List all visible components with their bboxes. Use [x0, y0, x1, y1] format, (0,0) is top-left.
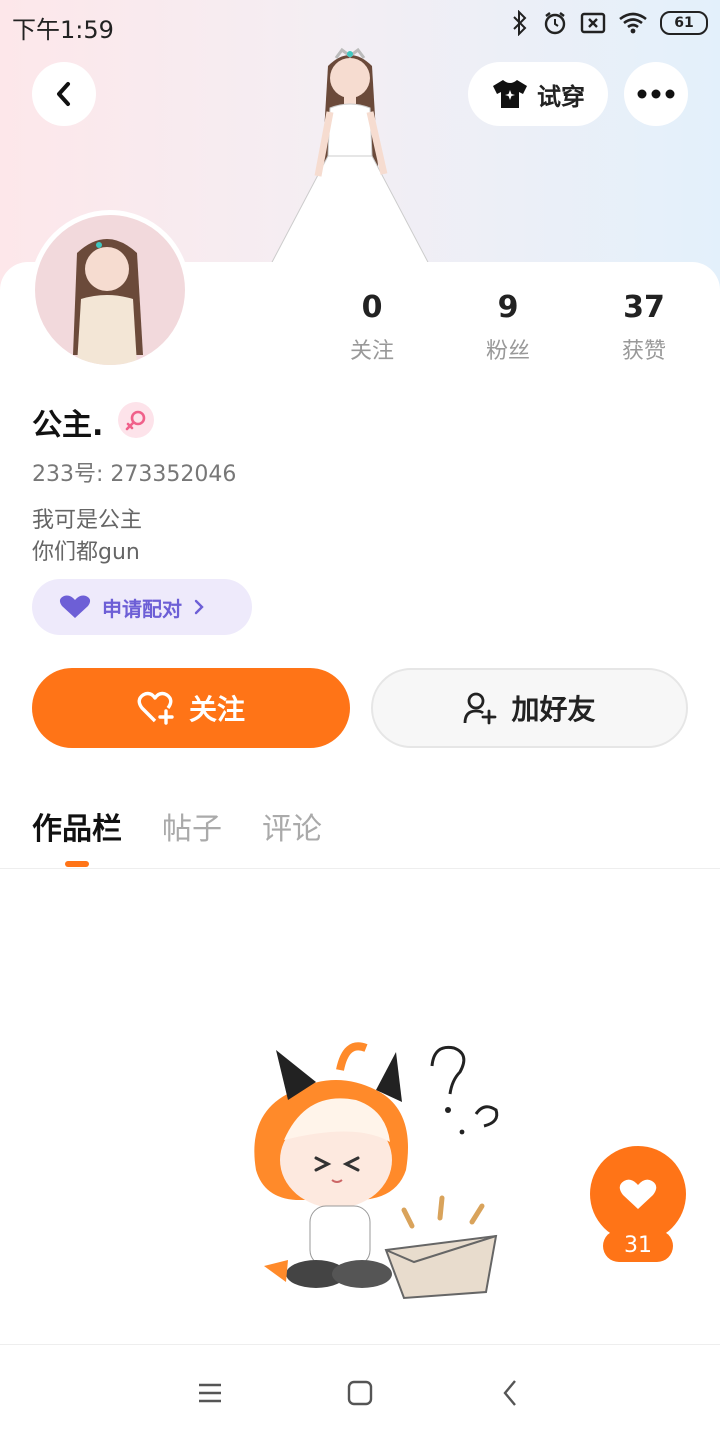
menu-button[interactable]: [190, 1373, 230, 1413]
avatar-image: [73, 239, 143, 365]
stat-fans[interactable]: 9 粉丝: [448, 290, 568, 365]
like-count: 31: [603, 1230, 673, 1262]
tab-divider: [0, 868, 720, 869]
stat-label: 关注: [349, 339, 394, 364]
battery-indicator: 61: [660, 11, 708, 35]
chevron-left-icon: [503, 1380, 516, 1406]
status-icons: 61: [510, 10, 708, 36]
username: 公主.: [32, 408, 104, 443]
alarm-icon: [544, 12, 566, 35]
stat-label: 粉丝: [485, 339, 530, 364]
tryon-button[interactable]: 试穿: [468, 62, 608, 126]
add-friend-button[interactable]: 加好友: [371, 668, 688, 748]
character-figure: [269, 47, 431, 266]
stat-likes[interactable]: 37 获赞: [584, 290, 704, 365]
tryon-label: 试穿: [537, 82, 585, 111]
status-bar: 下午1:59 61: [0, 0, 720, 50]
bio-line: 你们都gun: [32, 540, 140, 565]
more-options-button[interactable]: [624, 62, 688, 126]
status-time: 下午1:59: [12, 16, 114, 44]
heart-icon: [59, 595, 91, 618]
heart-icon: [619, 1179, 657, 1209]
apply-pair-label: 申请配对: [102, 596, 182, 621]
tshirt-icon: [493, 80, 527, 108]
chevron-left-icon: [57, 82, 70, 106]
user-id: 233号: 273352046: [32, 462, 237, 487]
stat-value: 0: [361, 290, 383, 325]
apply-pair-button[interactable]: 申请配对: [32, 579, 252, 635]
follow-label: 关注: [188, 693, 245, 726]
bio-line: 我可是公主: [32, 508, 143, 533]
menu-icon: [199, 1383, 221, 1403]
chevron-right-icon: [194, 599, 204, 615]
sim-off-icon: [580, 12, 606, 34]
empty-state-illustration: [254, 1042, 499, 1300]
tab-posts[interactable]: 帖子: [162, 804, 222, 848]
more-dots-icon: [637, 89, 675, 99]
heart-plus-icon: [137, 691, 174, 725]
avatar[interactable]: [30, 210, 190, 370]
stat-following[interactable]: 0 关注: [312, 290, 432, 365]
bluetooth-icon: [513, 10, 527, 36]
tab-comments[interactable]: 评论: [262, 804, 322, 848]
follow-button[interactable]: 关注: [32, 668, 350, 748]
female-gender-icon: [118, 402, 154, 438]
tab-works[interactable]: 作品栏: [32, 804, 122, 848]
wifi-icon: [619, 12, 647, 34]
add-friend-label: 加好友: [511, 693, 596, 726]
tab-indicator: [65, 861, 89, 867]
home-square-icon: [347, 1380, 373, 1406]
back-button[interactable]: [32, 62, 96, 126]
system-nav-bar: [0, 1344, 720, 1441]
stat-value: 9: [497, 290, 519, 325]
stat-label: 获赞: [621, 339, 666, 364]
add-user-icon: [464, 692, 497, 725]
nav-back-button[interactable]: [490, 1373, 530, 1413]
home-button[interactable]: [340, 1373, 380, 1413]
stat-value: 37: [623, 290, 665, 325]
like-button[interactable]: [590, 1146, 686, 1242]
